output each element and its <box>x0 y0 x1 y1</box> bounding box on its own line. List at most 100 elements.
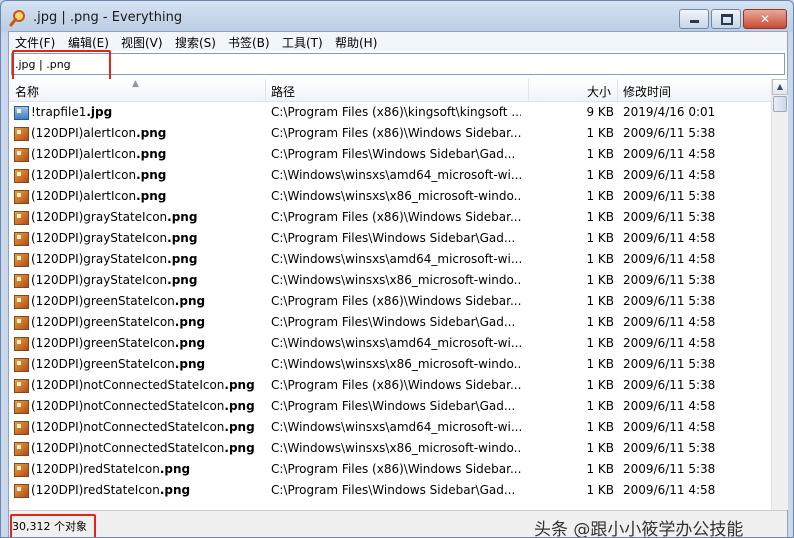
row-file-name: (120DPI)notConnectedStateIcon.png <box>31 399 263 413</box>
vertical-scrollbar[interactable]: ▲ <box>771 79 788 510</box>
table-row[interactable]: !trapfile1.jpg C:\Program Files (x86)\kin… <box>9 102 771 123</box>
table-row[interactable]: (120DPI)alertIcon.png C:\Program Files\Wi… <box>9 144 771 165</box>
row-file-name: (120DPI)redStateIcon.png <box>31 483 263 497</box>
table-row[interactable]: (120DPI)redStateIcon.png C:\Program Files… <box>9 459 771 480</box>
column-divider[interactable] <box>617 79 618 101</box>
maximize-button[interactable] <box>711 9 741 29</box>
png-file-icon <box>14 274 29 288</box>
table-row[interactable]: (120DPI)grayStateIcon.png C:\Windows\wins… <box>9 270 771 291</box>
table-row[interactable]: (120DPI)notConnectedStateIcon.png C:\Prog… <box>9 396 771 417</box>
row-file-name: (120DPI)grayStateIcon.png <box>31 231 263 245</box>
png-file-icon <box>14 421 29 435</box>
row-file-name: (120DPI)greenStateIcon.png <box>31 336 263 350</box>
search-input[interactable] <box>15 56 775 72</box>
row-date: 2009/6/11 4:58 <box>623 315 716 329</box>
scroll-thumb[interactable] <box>773 96 787 112</box>
row-size: 1 KB <box>586 126 614 140</box>
minimize-button[interactable] <box>679 9 709 29</box>
column-path-header[interactable]: 路径 <box>271 83 295 100</box>
table-row[interactable]: (120DPI)greenStateIcon.png C:\Windows\win… <box>9 333 771 354</box>
column-date-header[interactable]: 修改时间 <box>623 83 671 100</box>
row-path: C:\Windows\winsxs\amd64_microsoft-wi... <box>271 420 521 434</box>
row-size: 1 KB <box>586 252 614 266</box>
table-row[interactable]: (120DPI)greenStateIcon.png C:\Program Fil… <box>9 312 771 333</box>
row-path: C:\Program Files (x86)\Windows Sidebar..… <box>271 294 521 308</box>
row-size: 1 KB <box>586 462 614 476</box>
row-size: 1 KB <box>586 399 614 413</box>
row-date: 2009/6/11 5:38 <box>623 294 716 308</box>
search-box[interactable] <box>11 53 785 75</box>
file-basename: (120DPI)grayStateIcon <box>31 210 168 224</box>
png-file-icon <box>14 148 29 162</box>
file-basename: (120DPI)notConnectedStateIcon <box>31 378 225 392</box>
column-name-header[interactable]: 名称 <box>15 83 39 100</box>
table-row[interactable]: (120DPI)redStateIcon.png C:\Program Files… <box>9 480 771 501</box>
close-button[interactable]: ✕ <box>743 9 787 29</box>
row-size: 1 KB <box>586 441 614 455</box>
table-row[interactable]: (120DPI)greenStateIcon.png C:\Program Fil… <box>9 291 771 312</box>
png-file-icon <box>14 316 29 330</box>
row-path: C:\Program Files\Windows Sidebar\Gad... <box>271 483 516 497</box>
table-row[interactable]: (120DPI)notConnectedStateIcon.png C:\Prog… <box>9 375 771 396</box>
scroll-up-button[interactable]: ▲ <box>772 79 788 95</box>
file-basename: (120DPI)alertIcon <box>31 168 137 182</box>
row-size: 9 KB <box>586 105 614 119</box>
table-row[interactable]: (120DPI)grayStateIcon.png C:\Program File… <box>9 207 771 228</box>
menu-tools[interactable]: 工具(T) <box>282 34 323 51</box>
file-extension: .png <box>136 189 167 203</box>
row-date: 2009/6/11 4:58 <box>623 483 716 497</box>
row-size: 1 KB <box>586 378 614 392</box>
file-extension: .png <box>224 399 255 413</box>
row-path: C:\Program Files (x86)\Windows Sidebar..… <box>271 210 521 224</box>
row-path: C:\Windows\winsxs\amd64_microsoft-wi... <box>271 168 521 182</box>
row-file-name: (120DPI)greenStateIcon.png <box>31 315 263 329</box>
png-file-icon <box>14 253 29 267</box>
menu-search[interactable]: 搜索(S) <box>175 34 216 51</box>
table-row[interactable]: (120DPI)notConnectedStateIcon.png C:\Wind… <box>9 438 771 459</box>
column-divider[interactable] <box>265 79 266 101</box>
menu-bar: 文件(F) 编辑(E) 视图(V) 搜索(S) 书签(B) 工具(T) 帮助(H… <box>9 32 787 51</box>
row-path: C:\Program Files (x86)\Windows Sidebar..… <box>271 462 521 476</box>
row-path: C:\Windows\winsxs\x86_microsoft-windo... <box>271 189 521 203</box>
client-area: 文件(F) 编辑(E) 视图(V) 搜索(S) 书签(B) 工具(T) 帮助(H… <box>8 31 788 537</box>
menu-edit[interactable]: 编辑(E) <box>68 34 109 51</box>
menu-help[interactable]: 帮助(H) <box>335 34 377 51</box>
png-file-icon <box>14 127 29 141</box>
file-basename: (120DPI)alertIcon <box>31 126 137 140</box>
file-basename: (120DPI)notConnectedStateIcon <box>31 441 225 455</box>
table-row[interactable]: (120DPI)alertIcon.png C:\Program Files (x… <box>9 123 771 144</box>
window-title: .jpg | .png - Everything <box>33 10 183 25</box>
menu-view[interactable]: 视图(V) <box>121 34 163 51</box>
jpg-file-icon <box>14 106 29 120</box>
file-extension: .png <box>174 336 206 350</box>
file-extension: .png <box>159 462 191 476</box>
row-date: 2009/6/11 5:38 <box>623 126 716 140</box>
table-row[interactable]: (120DPI)notConnectedStateIcon.png C:\Wind… <box>9 417 771 438</box>
row-path: C:\Program Files (x86)\kingsoft\kingsoft… <box>271 105 521 119</box>
row-file-name: (120DPI)grayStateIcon.png <box>31 252 263 266</box>
menu-file[interactable]: 文件(F) <box>15 34 55 51</box>
row-size: 1 KB <box>586 357 614 371</box>
title-bar[interactable]: .jpg | .png - Everything ✕ <box>1 1 793 33</box>
table-row[interactable]: (120DPI)grayStateIcon.png C:\Windows\wins… <box>9 249 771 270</box>
row-file-name: (120DPI)notConnectedStateIcon.png <box>31 441 263 455</box>
row-date: 2009/6/11 5:38 <box>623 273 716 287</box>
row-size: 1 KB <box>586 294 614 308</box>
row-file-name: (120DPI)alertIcon.png <box>31 168 263 182</box>
table-row[interactable]: (120DPI)greenStateIcon.png C:\Windows\win… <box>9 354 771 375</box>
table-row[interactable]: (120DPI)alertIcon.png C:\Windows\winsxs\a… <box>9 165 771 186</box>
png-file-icon <box>14 400 29 414</box>
status-bar: 30,312 个对象 头条 @跟小小筱学办公技能 <box>9 510 787 537</box>
column-divider[interactable] <box>528 79 529 101</box>
table-row[interactable]: (120DPI)alertIcon.png C:\Windows\winsxs\x… <box>9 186 771 207</box>
row-date: 2009/6/11 4:58 <box>623 336 716 350</box>
file-extension: .png <box>167 252 198 266</box>
row-size: 1 KB <box>586 483 614 497</box>
table-row[interactable]: (120DPI)grayStateIcon.png C:\Program File… <box>9 228 771 249</box>
column-size-header[interactable]: 大小 <box>587 83 611 100</box>
row-date: 2009/6/11 4:58 <box>623 252 716 266</box>
menu-bookmarks[interactable]: 书签(B) <box>228 34 270 51</box>
png-file-icon <box>14 484 29 498</box>
png-file-icon <box>14 295 29 309</box>
window-controls: ✕ <box>677 9 787 29</box>
